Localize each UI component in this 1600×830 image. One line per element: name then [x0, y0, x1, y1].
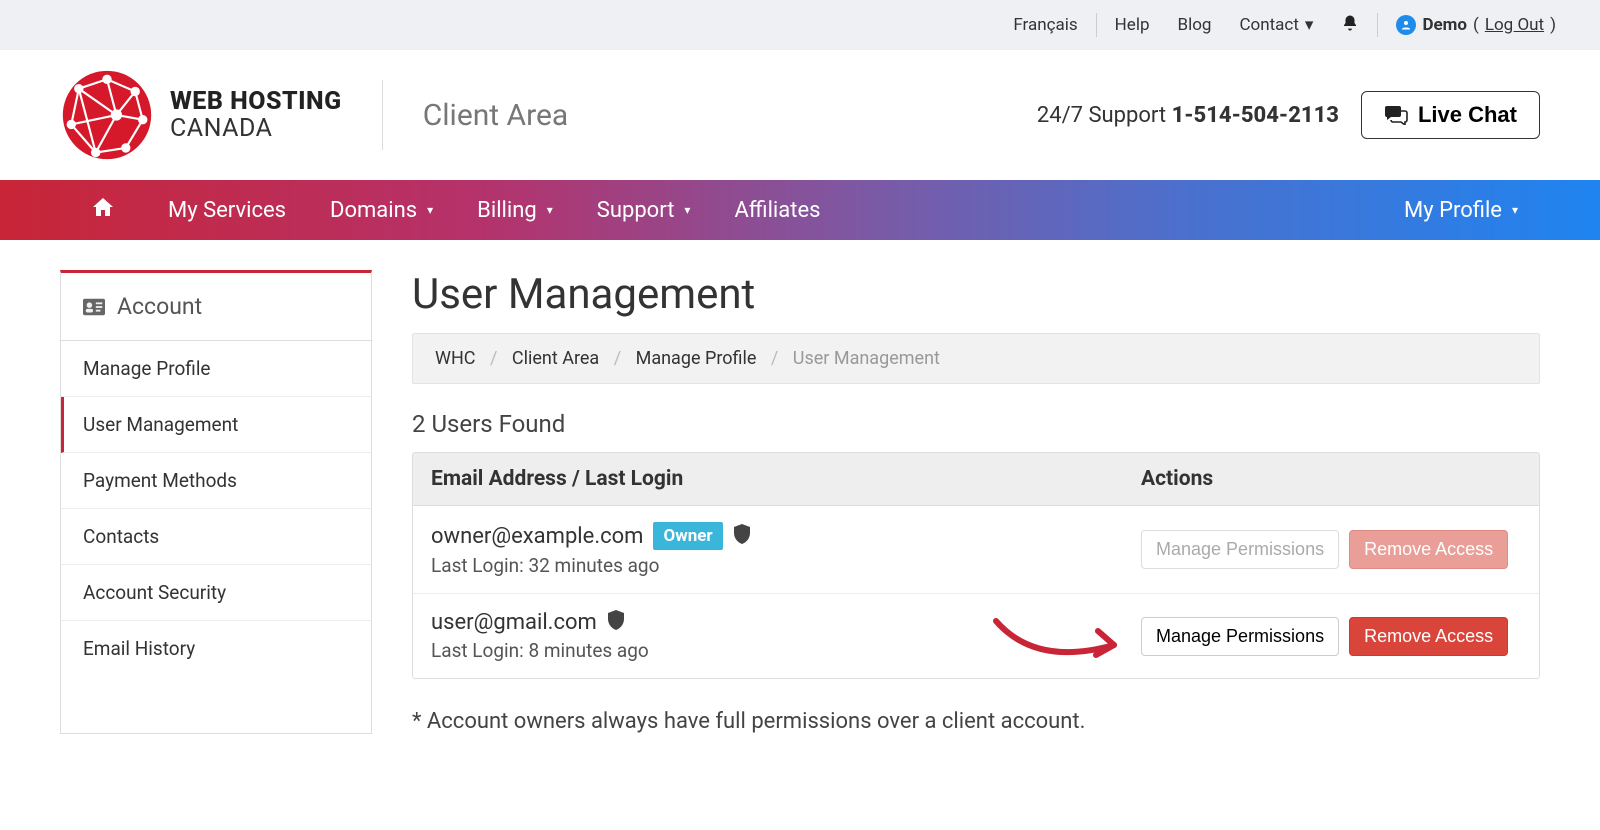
brand-line1: WEB HOSTING: [170, 88, 342, 116]
blog-link[interactable]: Blog: [1164, 15, 1226, 35]
nav-home-icon[interactable]: [80, 195, 146, 225]
paren-close: ): [1550, 15, 1556, 35]
caret-down-icon: ▾: [1305, 15, 1314, 35]
separator: [1096, 13, 1097, 37]
table-header: Email Address / Last Login Actions: [413, 453, 1539, 506]
logout-link[interactable]: Log Out: [1485, 15, 1544, 35]
sidebar-item-account-security[interactable]: Account Security: [61, 565, 371, 621]
column-email: Email Address / Last Login: [431, 467, 1141, 491]
sidebar-item-contacts[interactable]: Contacts: [61, 509, 371, 565]
user-table: Email Address / Last Login Actions owner…: [412, 452, 1540, 679]
support-prefix: 24/7 Support: [1037, 103, 1172, 128]
globe-logo-icon: [60, 68, 154, 162]
user-email: user@gmail.com: [431, 610, 597, 635]
header: WEB HOSTING CANADA Client Area 24/7 Supp…: [0, 50, 1600, 180]
caret-down-icon: ▾: [684, 203, 690, 217]
user-name: Demo: [1422, 15, 1467, 35]
sidebar-item-email-history[interactable]: Email History: [61, 621, 371, 676]
nav-affiliates[interactable]: Affiliates: [712, 198, 842, 223]
user-email: owner@example.com: [431, 524, 643, 549]
page-title: User Management: [412, 270, 1540, 319]
brand-line2: CANADA: [170, 115, 342, 143]
nav-domains[interactable]: Domains▾: [308, 198, 455, 223]
id-card-icon: [83, 298, 105, 316]
breadcrumb-sep: /: [761, 348, 788, 369]
sidebar-header: Account: [61, 273, 371, 341]
caret-down-icon: ▾: [547, 203, 553, 217]
main-content: User Management WHC / Client Area / Mana…: [412, 270, 1540, 734]
separator: [1377, 13, 1378, 37]
top-bar: Français Help Blog Contact ▾ Demo ( Log O…: [0, 0, 1600, 50]
breadcrumb: WHC / Client Area / Manage Profile / Use…: [412, 333, 1540, 384]
paren-open: (: [1473, 15, 1479, 35]
breadcrumb-client-area[interactable]: Client Area: [512, 348, 599, 369]
sidebar-item-payment-methods[interactable]: Payment Methods: [61, 453, 371, 509]
owner-badge: Owner: [653, 522, 722, 550]
caret-down-icon: ▾: [1512, 203, 1518, 217]
footnote: * Account owners always have full permis…: [412, 709, 1540, 734]
sidebar-item-user-management[interactable]: User Management: [61, 397, 371, 453]
table-row: owner@example.com Owner Last Login: 32 m…: [413, 506, 1539, 594]
help-link[interactable]: Help: [1101, 15, 1164, 35]
contact-label: Contact: [1239, 15, 1298, 35]
sidebar-item-manage-profile[interactable]: Manage Profile: [61, 341, 371, 397]
breadcrumb-root[interactable]: WHC: [435, 348, 476, 369]
breadcrumb-sep: /: [480, 348, 507, 369]
breadcrumb-sep: /: [604, 348, 631, 369]
column-actions: Actions: [1141, 467, 1521, 491]
notifications-icon[interactable]: [1327, 14, 1373, 37]
chat-icon: [1384, 105, 1408, 125]
nav-my-services[interactable]: My Services: [146, 198, 308, 223]
table-row: user@gmail.com Last Login: 8 minutes ago…: [413, 594, 1539, 678]
live-chat-label: Live Chat: [1418, 102, 1517, 128]
remove-access-button: Remove Access: [1349, 530, 1508, 569]
separator: [382, 80, 383, 150]
manage-permissions-button: Manage Permissions: [1141, 530, 1339, 569]
caret-down-icon: ▾: [427, 203, 433, 217]
live-chat-button[interactable]: Live Chat: [1361, 91, 1540, 139]
last-login: Last Login: 32 minutes ago: [431, 554, 1141, 577]
breadcrumb-current: User Management: [793, 348, 940, 369]
shield-icon: [733, 524, 751, 549]
lang-switch[interactable]: Français: [999, 15, 1091, 35]
support-phone: 24/7 Support 1-514-504-2113: [1037, 103, 1339, 128]
nav-my-profile[interactable]: My Profile▾: [1382, 198, 1540, 223]
main-nav: My Services Domains▾ Billing▾ Support▾ A…: [0, 180, 1600, 240]
contact-dropdown[interactable]: Contact ▾: [1225, 15, 1327, 35]
sidebar-header-label: Account: [117, 293, 202, 320]
nav-billing[interactable]: Billing▾: [455, 198, 575, 223]
brand-text: WEB HOSTING CANADA: [170, 88, 342, 143]
breadcrumb-manage-profile[interactable]: Manage Profile: [636, 348, 757, 369]
annotation-arrow-icon: [986, 609, 1136, 669]
brand-logo[interactable]: WEB HOSTING CANADA: [60, 68, 342, 162]
nav-support[interactable]: Support▾: [575, 198, 713, 223]
user-area[interactable]: Demo ( Log Out): [1382, 15, 1570, 35]
support-number: 1-514-504-2113: [1172, 103, 1339, 128]
user-avatar-icon: [1396, 15, 1416, 35]
shield-icon: [607, 610, 625, 635]
remove-access-button[interactable]: Remove Access: [1349, 617, 1508, 656]
manage-permissions-button[interactable]: Manage Permissions: [1141, 617, 1339, 656]
users-found-count: 2 Users Found: [412, 410, 1540, 438]
sidebar: Account Manage Profile User Management P…: [60, 270, 372, 734]
client-area-label: Client Area: [423, 98, 569, 133]
